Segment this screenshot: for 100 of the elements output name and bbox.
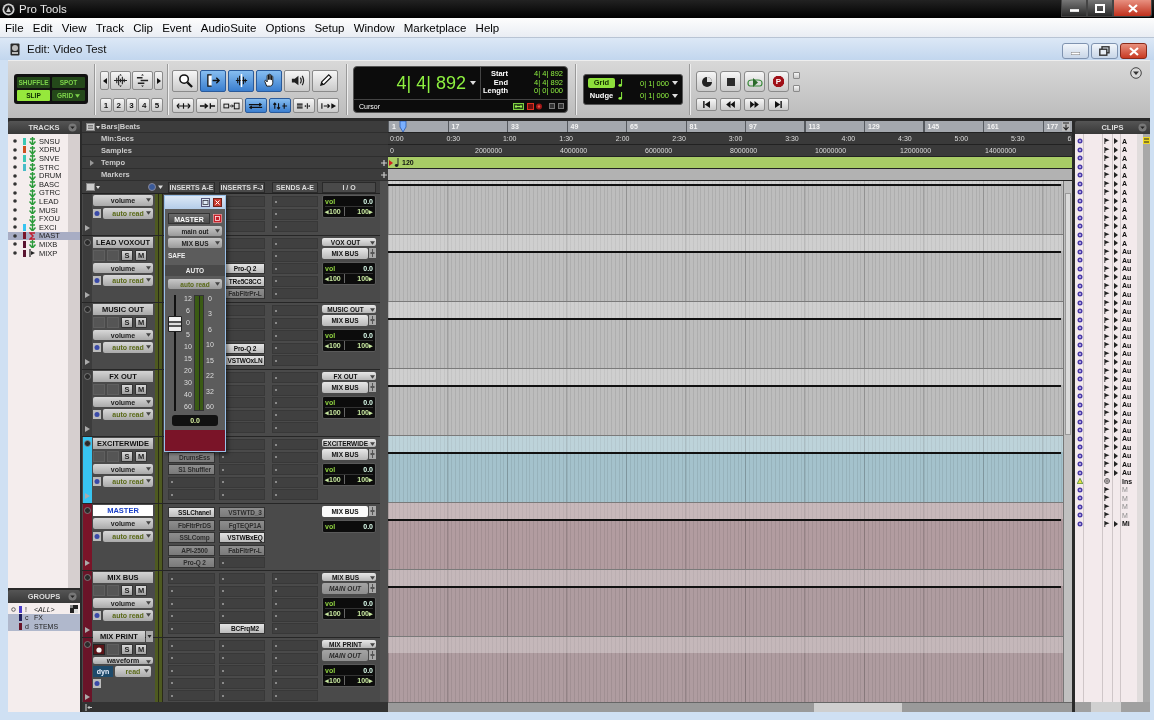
caret-icon[interactable] (672, 81, 678, 86)
menu-item[interactable]: Event (157, 19, 197, 36)
track-lane[interactable] (388, 570, 1063, 637)
close-button[interactable] (1120, 43, 1147, 59)
track-lane[interactable] (388, 503, 1063, 570)
edit-option-button[interactable] (196, 98, 219, 113)
zoom-preset-button[interactable]: 1 (100, 98, 112, 112)
plus-icon[interactable] (381, 171, 387, 178)
stop-button[interactable] (720, 71, 741, 92)
down-arrow-icon[interactable] (1062, 122, 1070, 131)
restore-button[interactable] (1091, 43, 1118, 59)
rewind-button[interactable] (720, 98, 741, 111)
visibility-dot-icon[interactable] (13, 233, 17, 238)
scrub-tool-button[interactable] (284, 69, 310, 92)
visibility-dot-icon[interactable] (13, 190, 17, 195)
menu-item[interactable]: Help (471, 19, 504, 36)
menu-item[interactable]: Options (261, 19, 310, 36)
circle-icon[interactable] (93, 532, 101, 541)
online-button[interactable] (696, 71, 717, 92)
track-lane[interactable] (388, 181, 1063, 235)
midi-zoom-button[interactable] (132, 71, 153, 90)
vertical-scrollbar[interactable] (1137, 134, 1150, 702)
visibility-dot-icon[interactable] (13, 225, 17, 230)
menu-item[interactable]: Track (91, 19, 129, 36)
visibility-dot-icon[interactable] (13, 199, 17, 204)
menu-item[interactable]: AudioSuite (196, 19, 261, 36)
circle-icon[interactable] (93, 209, 101, 218)
menu-item[interactable]: Setup (309, 19, 350, 36)
circle-icon[interactable] (93, 276, 101, 285)
zoom-preset-button[interactable]: 2 (112, 98, 125, 112)
menu-item[interactable]: Window (349, 19, 400, 36)
zoom-preset-button[interactable]: 4 (138, 98, 151, 112)
track-lane[interactable] (388, 637, 1063, 702)
record-button[interactable]: P (768, 71, 789, 92)
menu-item[interactable]: Marketplace (399, 19, 471, 36)
visibility-dot-icon[interactable] (13, 242, 17, 247)
scroll-left-button[interactable] (100, 71, 109, 90)
edit-option-button[interactable] (292, 98, 316, 113)
audio-zoom-button[interactable] (110, 71, 131, 90)
visibility-dot-icon[interactable] (13, 147, 17, 152)
caret-icon[interactable] (470, 81, 476, 85)
fader-icon[interactable] (369, 382, 376, 392)
track-lane[interactable] (388, 436, 1063, 503)
circle-button-icon[interactable] (84, 440, 91, 447)
circle-icon[interactable] (93, 679, 101, 688)
select-tool-button[interactable] (228, 69, 254, 92)
visibility-dot-icon[interactable] (13, 208, 17, 213)
fader-icon[interactable] (369, 248, 376, 258)
play-button[interactable] (744, 71, 765, 92)
trim-tool-button[interactable] (200, 69, 226, 92)
fader-icon[interactable] (369, 449, 376, 459)
menu-item[interactable]: Clip (128, 19, 158, 36)
return-to-zero-button[interactable] (696, 98, 717, 111)
visibility-dot-icon[interactable] (13, 165, 17, 170)
caret-icon[interactable] (146, 631, 153, 642)
edit-option-button[interactable] (220, 98, 243, 113)
edit-option-button[interactable] (317, 98, 340, 113)
track-lane[interactable] (388, 235, 1063, 302)
visibility-dot-icon[interactable] (13, 182, 17, 187)
menu-item[interactable]: Edit (28, 19, 58, 36)
horizontal-scrollbar[interactable] (1075, 702, 1150, 712)
visibility-dot-icon[interactable] (13, 251, 17, 255)
vertical-scrollbar[interactable] (1063, 181, 1072, 702)
maximize-button[interactable] (1087, 0, 1113, 17)
close-button[interactable] (1113, 0, 1152, 17)
track-lane[interactable] (388, 369, 1063, 436)
fader-icon[interactable] (369, 650, 376, 660)
zoom-preset-button[interactable]: 3 (125, 98, 138, 112)
circle-caret-icon[interactable] (148, 183, 164, 191)
bar-arrow-icon[interactable] (85, 703, 93, 711)
zoom-tool-button[interactable] (172, 69, 198, 92)
markers-ruler[interactable] (388, 169, 1072, 181)
visibility-dot-icon[interactable] (13, 173, 17, 178)
go-to-end-button[interactable] (768, 98, 789, 111)
fader-icon[interactable] (369, 506, 376, 516)
visibility-dot-icon[interactable] (13, 139, 17, 144)
fader-icon[interactable] (369, 583, 376, 593)
checker-icon[interactable] (70, 605, 78, 614)
minimize-button[interactable] (1061, 0, 1087, 17)
close-icon[interactable] (213, 198, 222, 207)
dropdown-circle-icon[interactable] (1130, 67, 1142, 79)
circle-icon[interactable] (93, 410, 101, 419)
circle-icon[interactable] (93, 343, 101, 352)
scroll-right-button[interactable] (154, 71, 163, 90)
restore-icon[interactable] (201, 198, 210, 207)
fader-handle[interactable] (168, 316, 182, 332)
pencil-tool-button[interactable] (312, 69, 338, 92)
grab-tool-button[interactable] (256, 69, 282, 92)
circle-icon[interactable] (93, 611, 101, 620)
edit-option-button[interactable] (244, 98, 267, 113)
visibility-dot-icon[interactable] (13, 216, 17, 221)
edit-option-button[interactable] (268, 98, 291, 113)
plus-icon[interactable] (381, 159, 387, 166)
track-lane[interactable] (388, 302, 1063, 369)
edit-option-button[interactable] (172, 98, 195, 113)
visibility-dot-icon[interactable] (13, 156, 17, 161)
horizontal-scrollbar[interactable] (388, 702, 1072, 712)
ruler-view-menu-icon[interactable] (86, 122, 100, 131)
record-enable-button[interactable] (93, 644, 105, 655)
tempo-marker-icon[interactable] (389, 158, 401, 168)
